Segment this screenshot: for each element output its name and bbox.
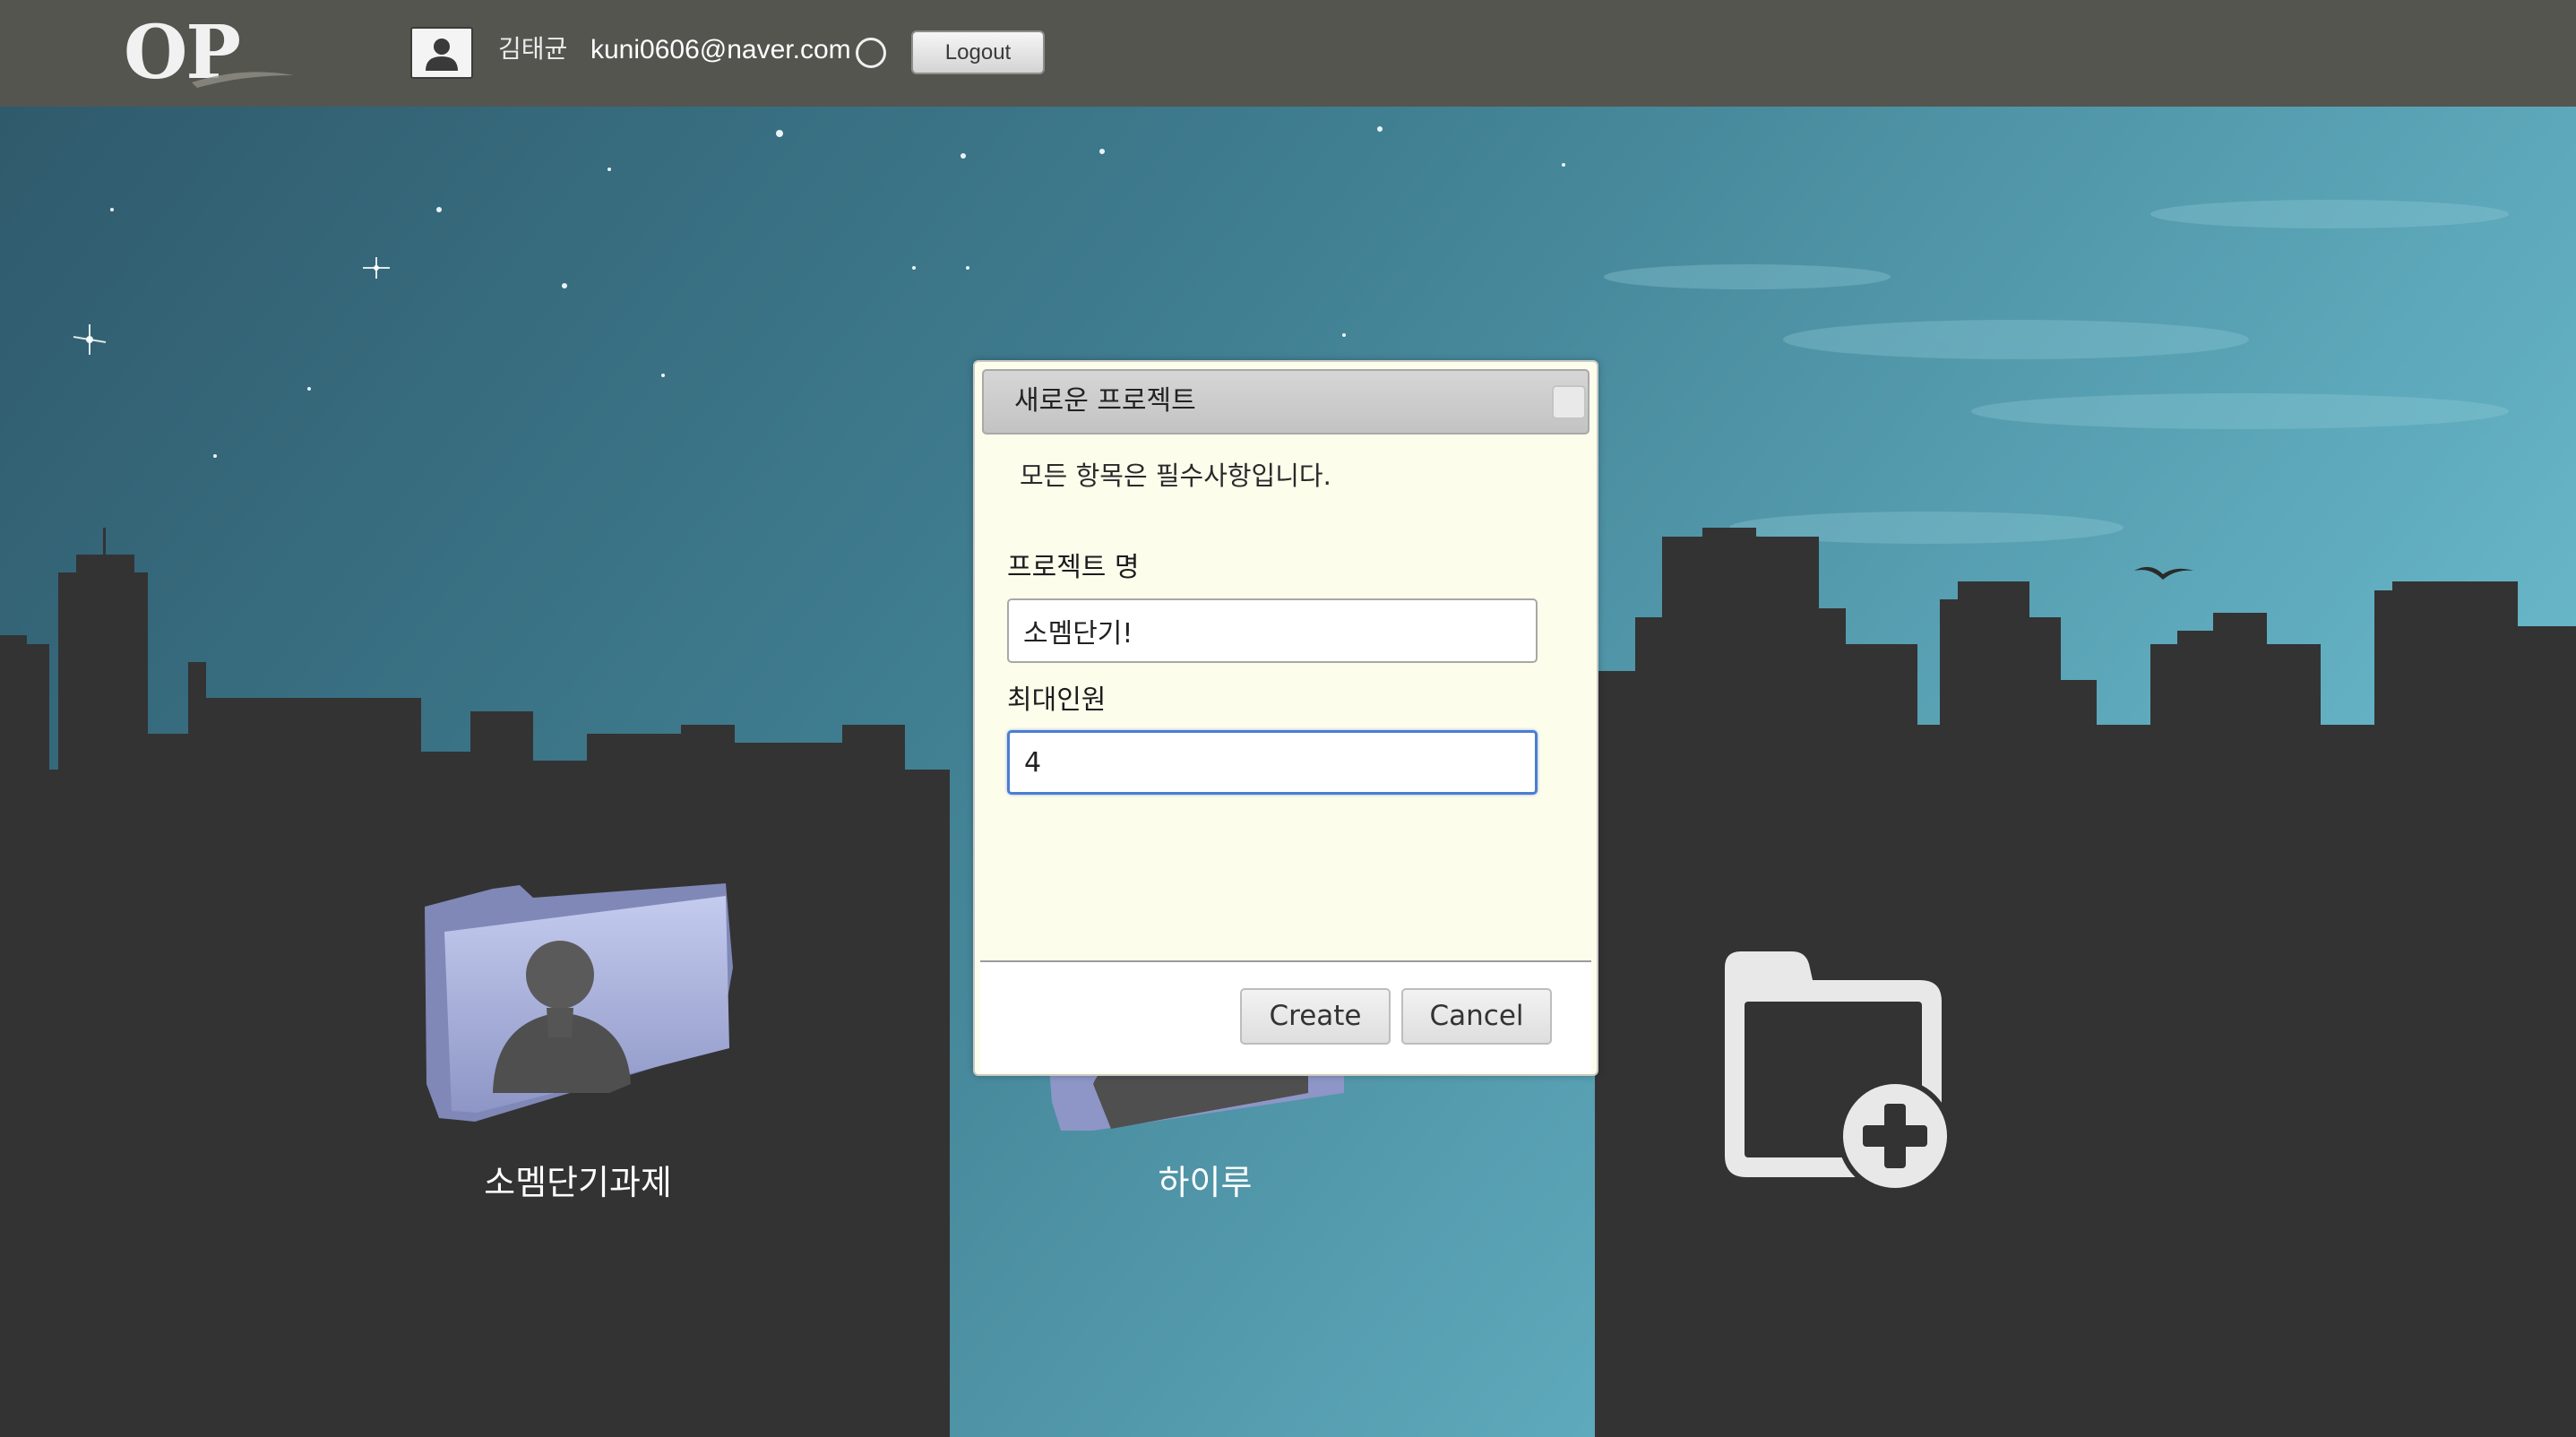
max-members-input[interactable] [1007,730,1538,795]
dialog-footer: Create Cancel [980,960,1591,1072]
logo-swoosh-icon [192,72,294,88]
user-email: kuni0606@naver.com [590,35,851,65]
app-logo[interactable]: OP [124,13,294,93]
folder-plus-icon [1725,951,1952,1193]
max-members-label: 최대인원 [1007,684,1107,716]
project-name-label: 프로젝트 명 [1007,552,1140,583]
project-title: 하이루 [1158,1163,1253,1202]
create-button[interactable]: Create [1240,988,1391,1045]
dialog-title-bar[interactable]: 새로운 프로젝트 [982,369,1590,435]
app-stage: OP 김태균 kuni0606@naver.com Logout 소멤단기과제 … [0,0,2576,1437]
project-folder-icon [425,883,733,1122]
logout-button[interactable]: Logout [911,30,1045,74]
dialog-title: 새로운 프로젝트 [1014,385,1196,417]
user-avatar-icon[interactable] [410,27,473,79]
cancel-button[interactable]: Cancel [1401,988,1552,1045]
project-name-input[interactable] [1007,598,1538,663]
dialog-close-button[interactable] [1552,385,1586,419]
required-fields-hint: 모든 항목은 필수사항입니다. [1020,460,1331,491]
new-project-dialog: 새로운 프로젝트 모든 항목은 필수사항입니다. 프로젝트 명 최대인원 Cre… [973,360,1598,1076]
project-title: 소멤단기과제 [484,1163,672,1202]
project-tile[interactable]: 소멤단기과제 [421,878,735,1202]
top-navigation-bar: OP 김태균 kuni0606@naver.com Logout [0,0,2576,107]
new-project-button[interactable] [1707,948,1958,1199]
status-circle-icon[interactable] [856,38,886,68]
user-name: 김태균 [498,34,568,64]
